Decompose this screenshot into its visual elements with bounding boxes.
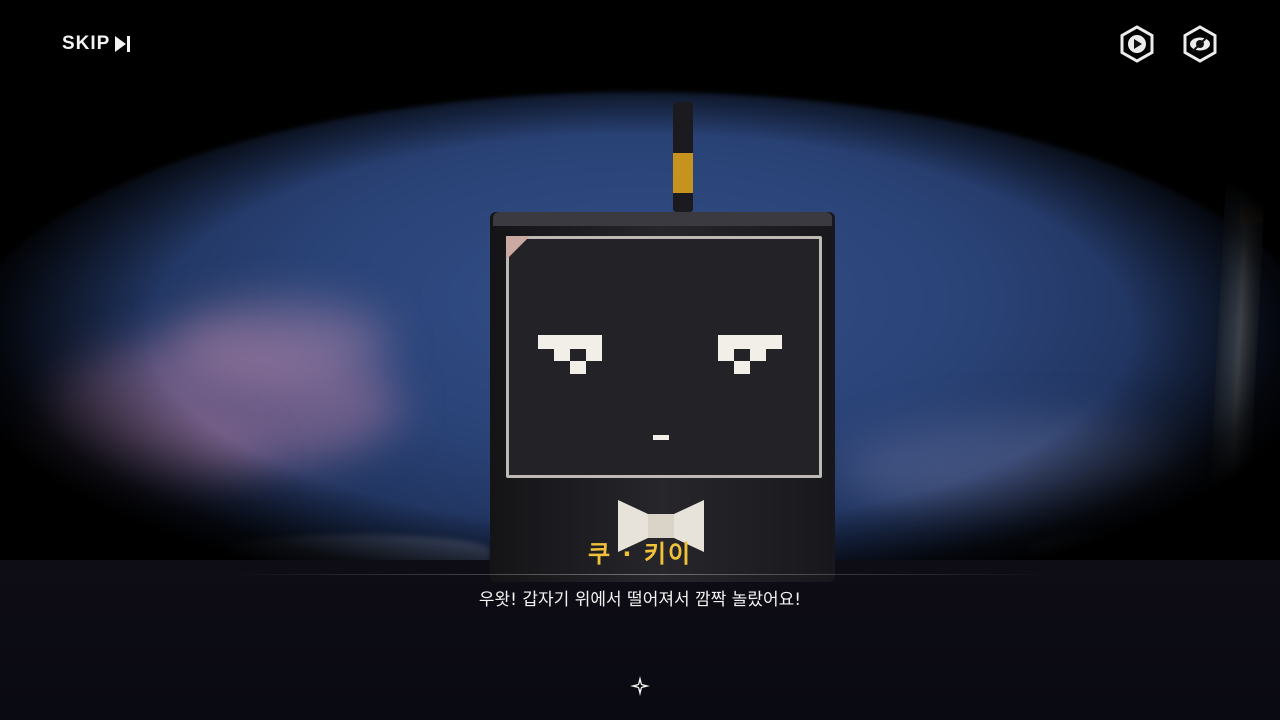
play-hexagon-icon[interactable] xyxy=(1119,25,1155,63)
skip-button[interactable]: SKIP xyxy=(62,33,131,55)
robot-eye-left xyxy=(586,349,602,361)
next-line-icon[interactable] xyxy=(629,675,651,697)
screen-corner-mark xyxy=(506,236,530,260)
robot-eye-right xyxy=(734,361,750,374)
skip-label: SKIP xyxy=(62,33,111,54)
robot-eye-right xyxy=(750,349,766,361)
robot-eye-right xyxy=(718,335,782,349)
robot-eye-right xyxy=(718,349,734,361)
eye-hexagon-icon[interactable] xyxy=(1182,25,1218,63)
robot-eye-left xyxy=(538,335,602,349)
speaker-name: 쿠 · 키이 xyxy=(587,540,693,568)
robot-eye-left xyxy=(554,349,570,361)
robot-eye-left xyxy=(570,361,586,374)
speaker-divider xyxy=(230,574,1050,575)
skip-forward-icon xyxy=(115,36,131,52)
robot-antenna-band xyxy=(673,153,693,193)
dialogue-text[interactable]: 우왓! 갑자기 위에서 떨어져서 깜짝 놀랐어요! xyxy=(0,585,1280,610)
robot-top xyxy=(493,212,832,226)
game-scene xyxy=(0,0,1280,720)
robot-character xyxy=(490,212,835,582)
robot-mouth xyxy=(653,435,669,440)
